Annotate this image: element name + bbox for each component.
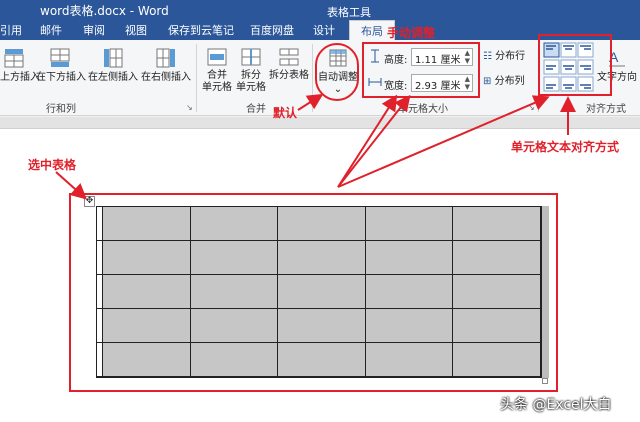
window-title: word表格.docx - Word [40,4,169,18]
cell-size-launcher-icon[interactable]: ↘ [528,103,535,112]
annotation-select-table: 选中表格 [28,158,77,172]
insert-below-icon [50,48,70,67]
tab-review[interactable]: 审阅 [83,22,105,38]
cell-size-highlight-box [362,42,480,98]
split-cells-button[interactable]: 拆分 单元格 [234,47,268,94]
group-divider [312,44,313,112]
split-table-button[interactable]: 拆分表格 [268,47,310,82]
split-cells-icon [241,48,261,66]
tab-cloud-note[interactable]: 保存到云笔记 [168,22,234,38]
watermark: 头条 @Excel大白 [500,397,612,413]
insert-above-icon [4,49,24,68]
group-label-alignment: 对齐方式 [586,104,626,115]
insert-right-button[interactable]: 在右侧插入 [141,47,191,84]
group-divider [196,44,197,112]
insert-below-button[interactable]: 在下方插入 [36,47,86,84]
tab-mailings[interactable]: 邮件 [40,22,62,38]
merge-cells-button[interactable]: 合并 单元格 [200,47,234,94]
insert-right-icon [156,48,175,68]
autofit-highlight-ellipse [315,43,359,101]
table-highlight-box [69,193,558,392]
group-label-rows-cols: 行和列 [46,104,76,115]
tab-references[interactable]: 引用 [0,22,22,38]
insert-left-icon [104,48,123,68]
alignment-highlight-box [538,34,612,96]
rows-cols-launcher-icon[interactable]: ↘ [186,103,193,112]
annotation-manual: 手动调整 [387,26,436,40]
distribute-rows-icon: ☷ [483,51,492,62]
split-table-icon [279,48,299,66]
group-label-cell-size: 单元格大小 [398,104,448,115]
annotation-default: 默认 [273,106,298,120]
group-label-merge: 合并 [246,104,266,115]
insert-left-button[interactable]: 在左侧插入 [88,47,138,84]
annotation-cell-text-align: 单元格文本对齐方式 [511,140,620,154]
distribute-rows-button[interactable]: ☷ 分布行 [483,51,525,63]
distribute-cols-icon: ⊞ [483,76,492,87]
tab-baidu-netdisk[interactable]: 百度网盘 [250,22,294,38]
merge-cells-icon [207,48,227,66]
table-tools-context-label: 表格工具 [327,6,371,19]
tab-view[interactable]: 视图 [125,22,147,38]
distribute-cols-button[interactable]: ⊞ 分布列 [483,76,525,88]
tab-design[interactable]: 设计 [313,22,335,38]
insert-above-button[interactable]: 在上方插入 [0,47,40,84]
